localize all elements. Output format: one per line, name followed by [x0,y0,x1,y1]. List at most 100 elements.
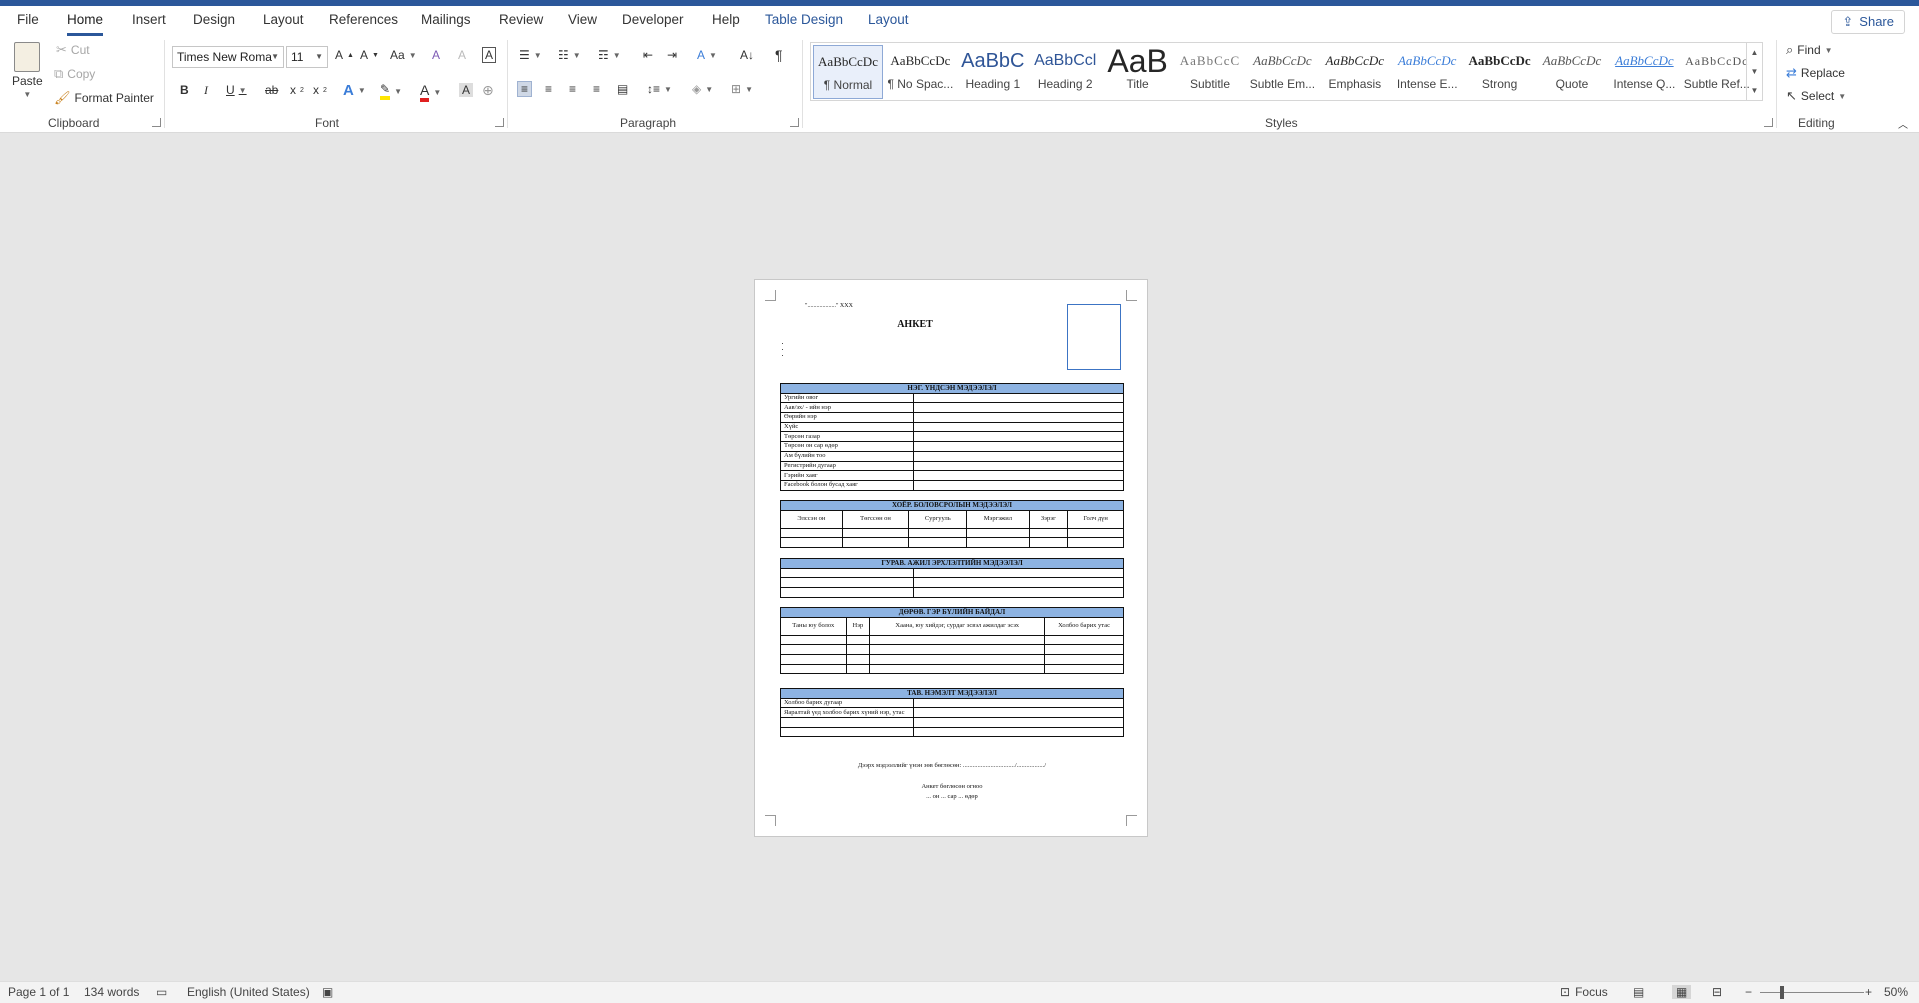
text-effects-icon[interactable]: A ▼ [343,82,366,99]
field-value-cell[interactable] [913,707,1124,719]
chevron-down-icon[interactable]: ▼ [1747,62,1762,81]
cut-button[interactable]: ✂ Cut [56,42,90,58]
tab-mailings[interactable]: Mailings [421,12,471,27]
table-row[interactable]: Холбоо барих дугаар [780,697,1124,709]
style-item[interactable]: AaBbCcDc Intense E... [1392,45,1462,99]
style-item[interactable]: AaB Title [1103,45,1173,99]
field-value-cell[interactable] [913,431,1124,443]
character-border-icon[interactable]: A [482,47,497,63]
format-painter-button[interactable]: 🖌 Format Painter [54,90,154,106]
table-employment[interactable]: ГУРАВ. АЖИЛ ЭРХЛЭЛТИЙН МЭДЭЭЛЭЛ [780,558,1124,598]
style-item[interactable]: AaBbCcl Heading 2 [1030,45,1100,99]
tab-file[interactable]: File [17,12,39,27]
numbering-icon[interactable]: ☷ ▼ [558,48,581,62]
gallery-more-icon[interactable]: ▼ [1747,81,1762,100]
table-row[interactable]: Яаралтай үед холбоо барих хүний нэр, ута… [780,707,1124,719]
field-value-cell[interactable] [913,697,1124,709]
table-row[interactable]: Төрсөн газар [780,431,1124,443]
multilevel-list-icon[interactable]: ☶ ▼ [598,48,621,62]
find-button[interactable]: ⌕ Find ▼ [1786,42,1833,58]
table-education[interactable]: ХОЁР. БОЛОВСРОЛЫН МЭДЭЭЛЭЛ Элссэн он Төгс… [780,500,1124,549]
zoom-slider[interactable] [1760,992,1864,993]
change-case-icon[interactable]: Aa ▼ [390,48,417,62]
style-item[interactable]: AaBbCcDc Subtle Em... [1247,45,1317,99]
table-row[interactable]: Facebook болон бусад хаяг [780,479,1124,491]
table-row[interactable]: Регистрийн дугаар [780,460,1124,472]
select-button[interactable]: ↖ Select ▼ [1786,88,1846,104]
style-item[interactable]: AaBbCcDc Emphasis [1320,45,1390,99]
print-layout-icon[interactable]: ▦ [1672,985,1692,999]
tab-developer[interactable]: Developer [622,12,684,27]
collapse-ribbon-icon[interactable]: ︿ [1898,116,1908,131]
superscript-icon[interactable]: x2 [313,83,327,97]
character-shading-icon[interactable]: A [459,83,474,97]
clear-formatting-icon[interactable]: A [432,48,440,62]
field-value-cell[interactable] [913,450,1124,462]
strikethrough-icon[interactable]: ab [265,83,278,97]
style-item[interactable]: AaBbCcDc Intense Q... [1609,45,1679,99]
table-row[interactable]: Төрсөн он сар өдөр [780,441,1124,452]
style-item[interactable]: AaBbCcC Subtitle [1175,45,1245,99]
tab-table-layout[interactable]: Layout [868,12,909,27]
focus-button[interactable]: ⊡ Focus [1560,985,1608,999]
asian-layout-icon[interactable]: A ▼ [697,48,717,62]
show-formatting-marks-icon[interactable]: ¶ [775,47,783,63]
field-value-cell[interactable] [913,421,1124,433]
highlight-color-icon[interactable]: ✎ ▼ [380,82,402,100]
justify-icon[interactable]: ≡ [593,82,600,96]
table-row[interactable]: Аав/эх/ - ийн нэр [780,402,1124,414]
tab-design[interactable]: Design [193,12,235,27]
tab-insert[interactable]: Insert [132,12,166,27]
styles-launcher-icon[interactable] [1764,118,1773,127]
subscript-icon[interactable]: x2 [290,83,304,97]
field-value-cell[interactable] [913,460,1124,472]
line-spacing-icon[interactable]: ↕≡ ▼ [647,82,672,96]
align-right-icon[interactable]: ≡ [569,82,576,96]
style-item[interactable]: AaBbCcDc Quote [1537,45,1607,99]
zoom-out-icon[interactable]: − [1745,985,1752,999]
style-item[interactable]: AaBbCcDc Subtle Ref... [1682,45,1752,99]
table-additional[interactable]: ТАВ. НЭМЭЛТ МЭДЭЭЛЭЛ Холбоо барих дугаар… [780,688,1124,738]
tab-view[interactable]: View [568,12,597,27]
field-value-cell[interactable] [913,412,1124,423]
grow-font-icon[interactable]: A ▲ [335,48,354,62]
field-value-cell[interactable] [913,392,1124,404]
table-row[interactable]: Хүйс [780,421,1124,433]
font-color-icon[interactable]: A ▼ [420,82,441,102]
language-indicator[interactable]: English (United States) [187,985,310,999]
align-left-icon[interactable]: ≡ [517,81,533,97]
shading-icon[interactable]: ◈ ▼ [692,82,713,96]
copy-button[interactable]: ⧉ Copy [54,66,95,82]
style-item[interactable]: AaBbCcDc ¶ No Spac... [885,45,955,99]
font-launcher-icon[interactable] [495,118,504,127]
table-row[interactable]: Ам бүлийн тоо [780,450,1124,462]
font-size-combo[interactable]: 11 ▼ [286,46,328,68]
zoom-level[interactable]: 50% [1884,985,1908,999]
borders-icon[interactable]: ⊞ ▼ [731,82,753,96]
read-mode-icon[interactable]: ▤ [1633,985,1644,999]
shrink-font-icon[interactable]: A ▼ [360,48,379,62]
font-name-combo[interactable]: Times New Roma ▼ [172,46,284,68]
phonetic-guide-icon[interactable]: A [458,48,466,62]
accessibility-icon[interactable]: ▣ [322,985,333,999]
page-count[interactable]: Page 1 of 1 [8,985,69,999]
word-count[interactable]: 134 words [84,985,139,999]
zoom-in-icon[interactable]: + [1865,985,1872,999]
table-row[interactable]: Ургийн овог [780,392,1124,404]
table-family[interactable]: ДӨРӨВ. ГЭР БҮЛИЙН БАЙДАЛ Таны юу болох Нэ… [780,607,1124,675]
style-item[interactable]: AaBbCcDc Strong [1465,45,1535,99]
field-value-cell[interactable] [913,441,1124,452]
zoom-slider-thumb[interactable] [1780,986,1784,999]
tab-review[interactable]: Review [499,12,543,27]
bold-icon[interactable]: B [180,83,189,97]
web-layout-icon[interactable]: ⊟ [1712,985,1722,999]
table-row[interactable]: Өөрийн нэр [780,412,1124,423]
style-item[interactable]: AaBbCcDc ¶ Normal [813,45,883,99]
decrease-indent-icon[interactable]: ⇤ [643,48,653,62]
paragraph-launcher-icon[interactable] [790,118,799,127]
tab-home[interactable]: Home [67,12,104,36]
tab-table-design[interactable]: Table Design [765,12,843,27]
field-value-cell[interactable] [913,402,1124,414]
sort-icon[interactable]: A↓ [740,48,754,62]
document-page[interactable]: "..................." ХХХ АНКЕТ НЭГ. ҮНД… [754,279,1148,837]
